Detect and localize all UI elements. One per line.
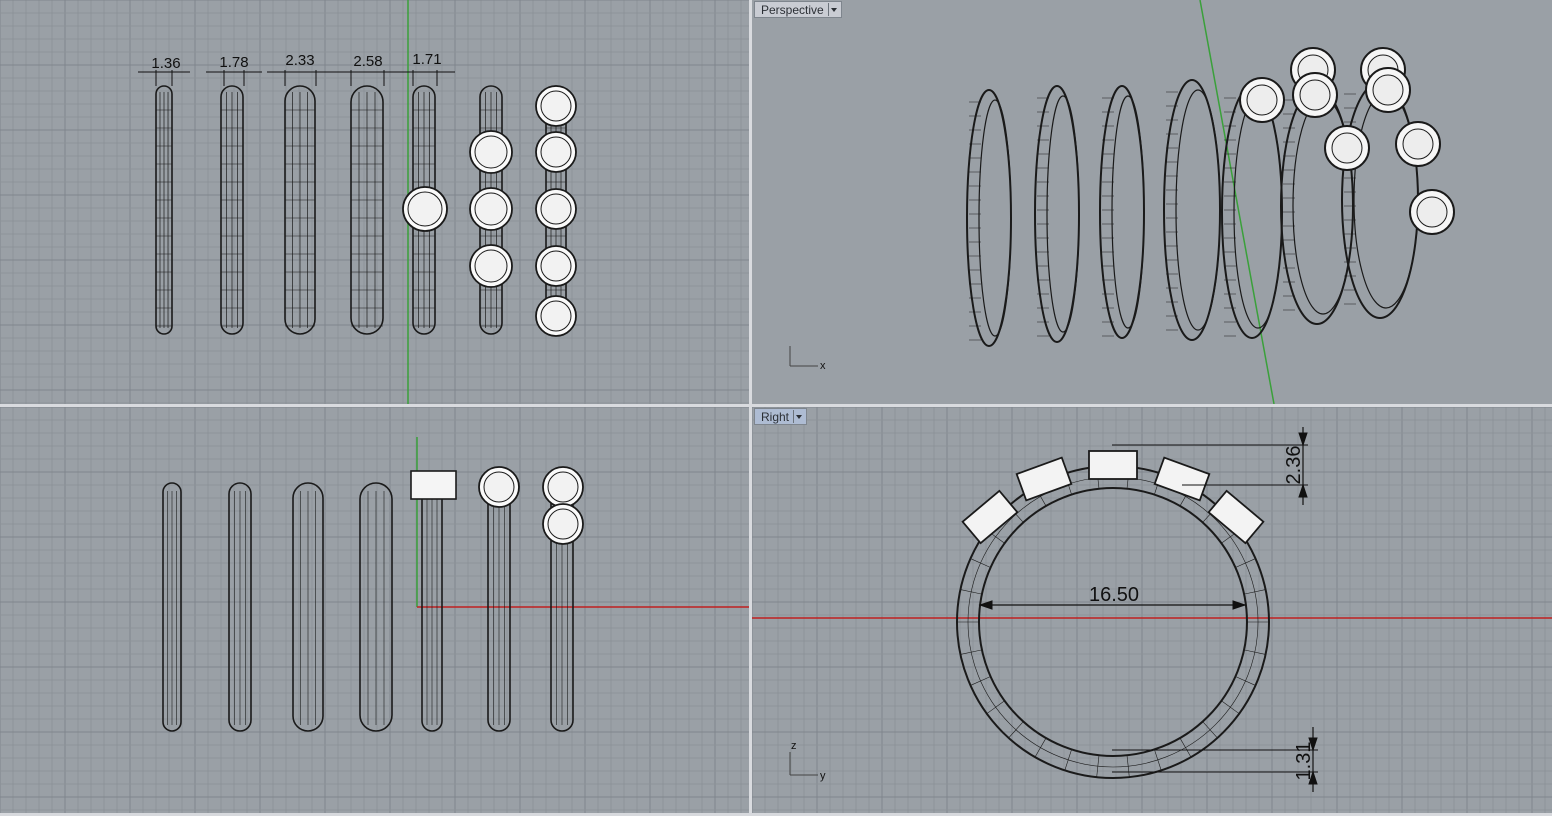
perspective-axis-icon xyxy=(789,346,818,367)
gem-persp-5 xyxy=(1365,67,1411,113)
gem-top-3-3 xyxy=(535,188,577,230)
gem-top-3-5 xyxy=(535,295,577,337)
axis-y-label: y xyxy=(820,770,826,782)
gem-persp-3 xyxy=(1292,72,1338,118)
axis-x-label: x xyxy=(820,360,826,372)
ring-front-4 xyxy=(359,482,393,732)
gem-top-2-3 xyxy=(469,244,513,288)
tab-perspective[interactable]: Perspective xyxy=(754,1,842,18)
gem-top-2-1 xyxy=(469,130,513,174)
ring-persp-4 xyxy=(1163,79,1221,341)
viewport-right[interactable]: 16.50 2.36 1.31 z y Right xyxy=(752,407,1552,814)
gem-top-3-4 xyxy=(535,245,577,287)
gem-persp-7 xyxy=(1395,121,1441,167)
axis-z-label: z xyxy=(791,740,797,752)
gem-top-1 xyxy=(402,186,448,232)
viewport-top[interactable]: 1.36 1.78 2.33 2.58 1.71 xyxy=(0,0,749,404)
front-heads xyxy=(410,470,457,500)
gem-top-3-2 xyxy=(535,131,577,173)
ring-persp-5 xyxy=(1221,85,1283,339)
setting-right-5 xyxy=(1207,489,1265,545)
dim-label-head: 2.36 xyxy=(1283,446,1305,485)
right-view-canvas[interactable]: 16.50 2.36 1.31 z y xyxy=(752,407,1552,814)
dim-label-3: 2.33 xyxy=(285,52,314,69)
setting-right-1 xyxy=(961,489,1019,545)
dim-label-1: 1.36 xyxy=(151,55,180,72)
front-view-canvas[interactable] xyxy=(0,407,749,814)
ring-top-4 xyxy=(350,85,384,335)
viewport-menu-chevron-icon[interactable] xyxy=(827,3,839,16)
ring-persp-3 xyxy=(1099,85,1145,339)
ring-front-1 xyxy=(162,482,182,732)
gem-persp-1 xyxy=(1239,77,1285,123)
dim-label-width: 16.50 xyxy=(1089,584,1139,606)
ring-top-2 xyxy=(220,85,244,335)
top-view-canvas[interactable]: 1.36 1.78 2.33 2.58 1.71 xyxy=(0,0,749,404)
ring-persp-2 xyxy=(1034,85,1080,343)
gem-front-3 xyxy=(542,503,584,545)
setting-right-3 xyxy=(1088,450,1138,480)
dim-label-5: 1.71 xyxy=(412,51,441,68)
gem-top-3-1 xyxy=(535,85,577,127)
perspective-green-axis xyxy=(1199,0,1275,404)
viewport-menu-chevron-icon[interactable] xyxy=(793,410,804,423)
ring-front-2 xyxy=(228,482,252,732)
gem-persp-8 xyxy=(1409,189,1455,235)
perspective-rings xyxy=(966,47,1455,347)
perspective-view-canvas[interactable]: x xyxy=(752,0,1552,404)
tab-right[interactable]: Right xyxy=(754,408,808,425)
gem-front-2 xyxy=(542,466,584,508)
ring-persp-1 xyxy=(966,89,1012,347)
ring-top-1 xyxy=(155,85,173,335)
viewport-title-perspective: Perspective xyxy=(761,2,824,17)
ring-top-3 xyxy=(284,85,316,335)
setting-right-4 xyxy=(1153,456,1211,502)
ring-front-3 xyxy=(292,482,324,732)
viewport-title-right: Right xyxy=(761,409,790,424)
gem-front-1 xyxy=(478,466,520,508)
viewport-front[interactable] xyxy=(0,407,749,814)
dim-label-band: 1.31 xyxy=(1293,742,1315,781)
dim-label-4: 2.58 xyxy=(353,53,382,70)
gem-top-2-2 xyxy=(469,187,513,231)
viewport-perspective[interactable]: x Perspective xyxy=(752,0,1552,404)
dim-label-2: 1.78 xyxy=(219,54,248,71)
gem-persp-6 xyxy=(1324,125,1370,171)
ring-persp-7 xyxy=(1341,81,1419,319)
